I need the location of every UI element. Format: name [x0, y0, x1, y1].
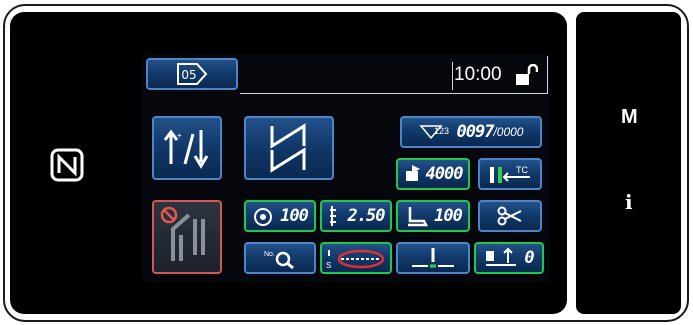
disabled-function-button[interactable]: [152, 200, 222, 274]
svg-text:123: 123: [434, 126, 449, 136]
feed-compensation-value: 0: [524, 248, 534, 268]
operation-panel: 05 10:00 + 123 0097 /0000 4000 TC 100 2.…: [10, 12, 567, 314]
feed-adjust-icon: [486, 247, 517, 266]
stitch-pattern-button[interactable]: [244, 116, 334, 180]
presser-pressure-button[interactable]: 100: [396, 200, 470, 232]
counter-value: 0097: [456, 122, 495, 142]
nfc-icon: [50, 148, 84, 182]
feed-compensation-button[interactable]: 0: [474, 242, 544, 274]
reverse-feed-icon: +: [163, 129, 209, 169]
tc-text: TC: [516, 165, 528, 175]
bobbin-thread-icon: S: [326, 249, 385, 270]
thread-trim-tc-button[interactable]: TC: [478, 158, 542, 190]
touch-screen: 05 10:00 + 123 0097 /0000 4000 TC 100 2.…: [142, 54, 550, 282]
clock-text: 10:00: [454, 64, 502, 85]
stitch-counter-button[interactable]: 123 0097 /0000: [400, 116, 542, 148]
pattern-no-button[interactable]: 05: [146, 58, 238, 90]
pattern-tag-icon: 05: [177, 63, 208, 85]
thread-tension-value: 100: [280, 206, 309, 226]
thread-trim-tc-icon: TC: [490, 165, 530, 183]
speed-motor-icon: [405, 165, 420, 181]
counter-target: /0000: [493, 125, 524, 139]
svg-text:+: +: [177, 131, 182, 140]
scissors-icon: [497, 206, 522, 226]
tension-dial-icon: [254, 208, 273, 226]
menu-key[interactable]: M: [621, 106, 638, 129]
stitch-length-button[interactable]: 2.50: [320, 200, 392, 232]
unlock-icon[interactable]: [514, 64, 538, 86]
speed-value: 4000: [425, 164, 464, 184]
prohibited-stitch-icon: [160, 206, 205, 261]
svg-text:No.: No.: [264, 251, 275, 258]
counter-icon: 123: [418, 125, 449, 140]
info-key[interactable]: i: [625, 190, 633, 214]
stitch-length-value: 2.50: [347, 206, 386, 226]
svg-text:S: S: [326, 261, 331, 270]
presser-foot-icon: [408, 207, 429, 227]
reverse-stitch-button[interactable]: +: [152, 116, 222, 180]
zigzag-stitch-icon: [270, 123, 306, 173]
needle-position-icon: [412, 248, 454, 268]
stitch-length-icon: [329, 206, 336, 226]
max-speed-button[interactable]: 4000: [396, 158, 470, 190]
bobbin-winder-button[interactable]: S: [320, 242, 392, 274]
pattern-no-text: 05: [181, 68, 196, 82]
search-icon: No.: [264, 251, 294, 269]
pattern-search-button[interactable]: No.: [244, 242, 316, 274]
side-key-panel: M i: [576, 12, 681, 314]
needle-position-button[interactable]: [396, 242, 470, 274]
pattern-name-field[interactable]: 10:00: [240, 56, 548, 94]
presser-pressure-value: 100: [434, 206, 463, 226]
thread-cut-button[interactable]: [478, 200, 542, 232]
header-divider: [452, 62, 453, 90]
thread-tension-button[interactable]: 100: [244, 200, 316, 232]
